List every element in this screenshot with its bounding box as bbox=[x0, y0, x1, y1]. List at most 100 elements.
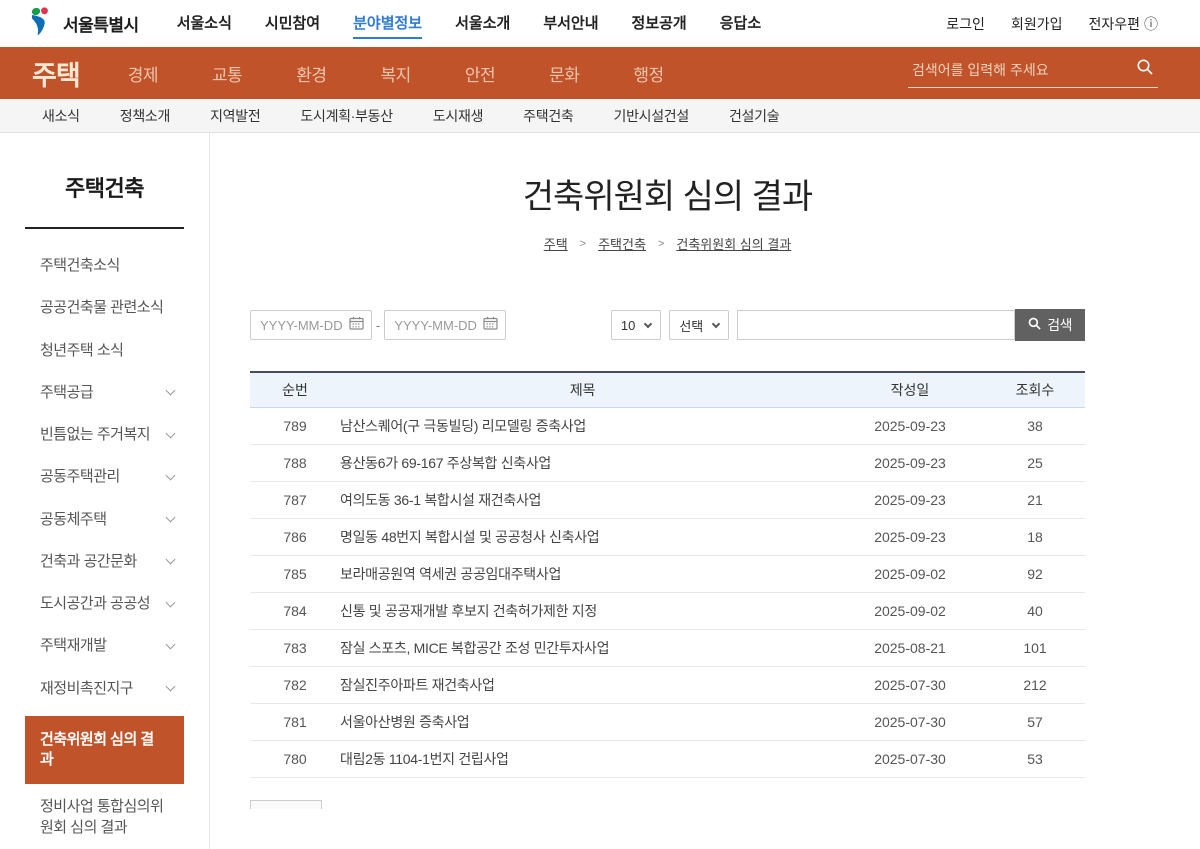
main-panel: 건축위원회 심의 결과 주택 > 주택건축 > 건축위원회 심의 결과 YYYY… bbox=[210, 133, 1200, 849]
row-title-link[interactable]: 여의도동 36-1 복합시설 재건축사업 bbox=[340, 490, 835, 510]
page-size-select[interactable]: 10 bbox=[611, 310, 661, 340]
sidebar-item[interactable]: 공동주택관리 bbox=[25, 456, 184, 498]
global-nav-item[interactable]: 응답소 bbox=[720, 8, 761, 39]
breadcrumb-link-housing[interactable]: 주택 bbox=[544, 234, 568, 253]
table-row: 782 잠실진주아파트 재건축사업 2025-07-30 212 bbox=[250, 667, 1085, 704]
global-nav-item[interactable]: 부서안내 bbox=[543, 8, 598, 39]
row-number: 780 bbox=[250, 751, 340, 767]
sub-nav-bar: 새소식 정책소개 지역발전 도시계획·부동산 도시재생 주택건축 기반시설건설 … bbox=[0, 99, 1200, 133]
row-views: 25 bbox=[985, 455, 1085, 471]
sub-nav-item[interactable]: 도시재생 bbox=[433, 106, 483, 126]
sidebar-item[interactable]: 공동체주택 bbox=[25, 499, 184, 541]
signup-link[interactable]: 회원가입 bbox=[1011, 14, 1063, 34]
keyword-input[interactable] bbox=[737, 310, 1015, 340]
table-row: 783 잠실 스포츠, MICE 복합공간 조성 민간투자사업 2025-08-… bbox=[250, 630, 1085, 667]
global-nav-item[interactable]: 시민참여 bbox=[265, 8, 320, 39]
date-to-input[interactable]: YYYY-MM-DD bbox=[384, 310, 506, 340]
site-search-placeholder: 검색어를 입력해 주세요 bbox=[912, 60, 1049, 80]
sidebar-item[interactable]: 건축위원회 심의 결과 bbox=[25, 716, 184, 785]
row-title-link[interactable]: 신통 및 공공재개발 후보지 건축허가제한 지정 bbox=[340, 601, 835, 621]
main-nav-item[interactable]: 환경 bbox=[296, 61, 326, 86]
row-title-link[interactable]: 대림2동 1104-1번지 건립사업 bbox=[340, 749, 835, 769]
row-title-link[interactable]: 명일동 48번지 복합시설 및 공공청사 신축사업 bbox=[340, 527, 835, 547]
sub-nav-item[interactable]: 지역발전 bbox=[210, 106, 260, 126]
calendar-icon[interactable] bbox=[349, 316, 364, 335]
sidebar-item[interactable]: 재정비촉진지구 bbox=[25, 668, 184, 710]
sidebar-item[interactable]: 정비사업 통합심의위원회 심의 결과 bbox=[25, 786, 184, 849]
search-button[interactable]: 검색 bbox=[1015, 309, 1085, 341]
sidebar-item-label: 주택재개발 bbox=[40, 636, 107, 656]
chevron-down-icon bbox=[644, 319, 652, 327]
row-views: 18 bbox=[985, 529, 1085, 545]
global-nav-item[interactable]: 서울소식 bbox=[177, 8, 232, 39]
breadcrumb-separator: > bbox=[580, 238, 586, 250]
seoul-logo[interactable]: 서울특별시 bbox=[28, 6, 139, 41]
main-nav-item[interactable]: 안전 bbox=[465, 61, 495, 86]
email-link[interactable]: 전자우편 ⓘ bbox=[1088, 14, 1158, 34]
main-nav-item[interactable]: 복지 bbox=[381, 61, 411, 86]
site-search[interactable]: 검색어를 입력해 주세요 bbox=[908, 58, 1158, 88]
main-nav-item[interactable]: 교통 bbox=[212, 61, 242, 86]
row-title-link[interactable]: 잠실진주아파트 재건축사업 bbox=[340, 675, 835, 695]
sub-nav-item[interactable]: 도시계획·부동산 bbox=[300, 106, 392, 126]
sub-nav-item[interactable]: 정책소개 bbox=[120, 106, 170, 126]
login-link[interactable]: 로그인 bbox=[946, 14, 985, 34]
info-icon: ⓘ bbox=[1144, 14, 1158, 34]
sidebar-menu: 주택건축소식 공공건축물 관련소식 청년주택 소식 주택공급 bbox=[25, 229, 184, 849]
chevron-down-icon bbox=[166, 597, 176, 607]
main-nav-item[interactable]: 문화 bbox=[549, 61, 579, 86]
calendar-icon[interactable] bbox=[483, 316, 498, 335]
breadcrumb-separator: > bbox=[658, 238, 664, 250]
search-icon[interactable] bbox=[1136, 58, 1154, 81]
sidebar-item[interactable]: 청년주택 소식 bbox=[25, 330, 184, 372]
sidebar-item[interactable]: 주택공급 bbox=[25, 372, 184, 414]
date-to-placeholder: YYYY-MM-DD bbox=[394, 318, 477, 333]
sidebar-item[interactable]: 공공건축물 관련소식 bbox=[25, 287, 184, 329]
main-nav-item[interactable]: 경제 bbox=[128, 61, 158, 86]
global-nav-item[interactable]: 분야별정보 bbox=[353, 8, 422, 39]
date-range-dash: - bbox=[376, 318, 380, 333]
sub-nav-item[interactable]: 건설기술 bbox=[729, 106, 779, 126]
sidebar-item-label: 주택공급 bbox=[40, 383, 93, 403]
date-from-input[interactable]: YYYY-MM-DD bbox=[250, 310, 372, 340]
sidebar-item[interactable]: 주택건축소식 bbox=[25, 245, 184, 287]
chevron-down-icon bbox=[712, 319, 720, 327]
sidebar-item[interactable]: 도시공간과 공공성 bbox=[25, 583, 184, 625]
sidebar-item[interactable]: 건축과 공간문화 bbox=[25, 541, 184, 583]
sub-nav-item[interactable]: 주택건축 bbox=[523, 106, 573, 126]
row-title-link[interactable]: 남산스퀘어(구 극동빌딩) 리모델링 증축사업 bbox=[340, 416, 835, 436]
search-field-select[interactable]: 선택 bbox=[669, 310, 729, 340]
row-date: 2025-09-23 bbox=[835, 418, 985, 434]
row-number: 781 bbox=[250, 714, 340, 730]
search-field-value: 선택 bbox=[679, 316, 703, 335]
table-body: 789 남산스퀘어(구 극동빌딩) 리모델링 증축사업 2025-09-23 3… bbox=[250, 408, 1085, 778]
row-title-link[interactable]: 보라매공원역 역세권 공공임대주택사업 bbox=[340, 564, 835, 584]
row-views: 92 bbox=[985, 566, 1085, 582]
utility-links: 로그인 회원가입 전자우편 ⓘ bbox=[946, 14, 1158, 34]
row-title-link[interactable]: 잠실 스포츠, MICE 복합공간 조성 민간투자사업 bbox=[340, 638, 835, 658]
row-views: 21 bbox=[985, 492, 1085, 508]
main-nav-item-housing-active[interactable]: 주택 bbox=[32, 54, 80, 93]
breadcrumb-link-housing-arch[interactable]: 주택건축 bbox=[598, 234, 646, 253]
table-row: 788 용산동6가 69-167 주상복합 신축사업 2025-09-23 25 bbox=[250, 445, 1085, 482]
sub-nav-item[interactable]: 새소식 bbox=[42, 106, 80, 126]
pagination-button-partial[interactable] bbox=[250, 800, 322, 809]
sidebar-item-label: 정비사업 통합심의위원회 심의 결과 bbox=[40, 797, 167, 838]
sidebar-item-label: 공공건축물 관련소식 bbox=[40, 298, 163, 318]
breadcrumb-current[interactable]: 건축위원회 심의 결과 bbox=[676, 234, 791, 253]
global-nav-item[interactable]: 정보공개 bbox=[632, 8, 687, 39]
sidebar-item[interactable]: 빈틈없는 주거복지 bbox=[25, 414, 184, 456]
sidebar-item-label: 빈틈없는 주거복지 bbox=[40, 425, 150, 445]
row-date: 2025-09-23 bbox=[835, 455, 985, 471]
main-nav-item[interactable]: 행정 bbox=[633, 61, 663, 86]
row-date: 2025-08-21 bbox=[835, 640, 985, 656]
filter-bar: YYYY-MM-DD - YYYY-MM-DD bbox=[250, 309, 1085, 341]
row-date: 2025-09-02 bbox=[835, 603, 985, 619]
sidebar-item-label: 건축과 공간문화 bbox=[40, 552, 137, 572]
global-nav-item[interactable]: 서울소개 bbox=[455, 8, 510, 39]
sidebar-item[interactable]: 주택재개발 bbox=[25, 625, 184, 667]
row-views: 101 bbox=[985, 640, 1085, 656]
sub-nav-item[interactable]: 기반시설건설 bbox=[613, 106, 688, 126]
row-title-link[interactable]: 용산동6가 69-167 주상복합 신축사업 bbox=[340, 453, 835, 473]
row-title-link[interactable]: 서울아산병원 증축사업 bbox=[340, 712, 835, 732]
